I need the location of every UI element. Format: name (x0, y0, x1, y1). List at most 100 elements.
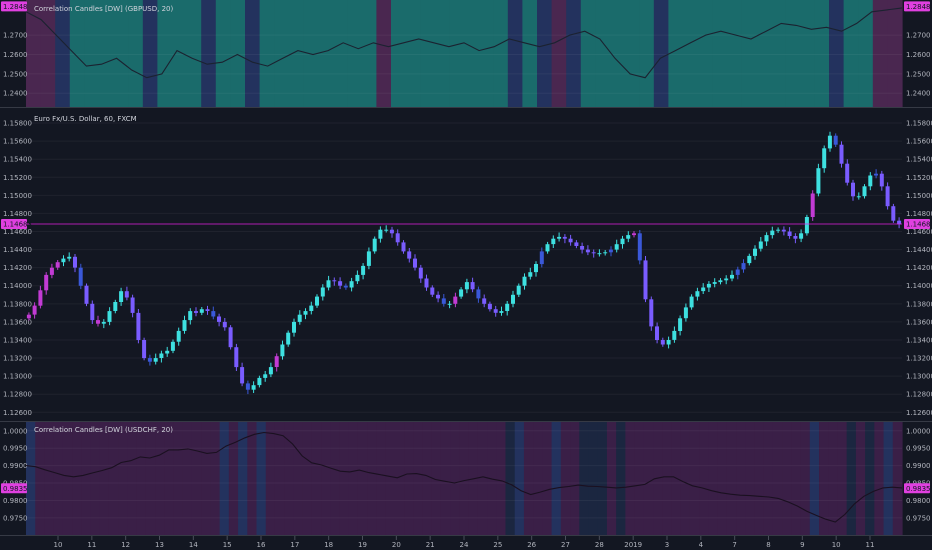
y-tick-label-right: 1.14000 (906, 282, 932, 290)
candle-body (459, 289, 464, 297)
candle-body (378, 229, 383, 239)
y-tick-label-right: 0.9750 (906, 514, 931, 522)
candle-body (274, 356, 279, 367)
candle-body (482, 298, 487, 304)
y-tick-label-right: 0.9950 (906, 445, 931, 453)
usdchf-pane-title: Correlation Candles [DW] (USDCHF, 20) (34, 426, 173, 434)
candle-body (67, 256, 72, 259)
candle-body (90, 303, 95, 321)
y-tick-label-right: 1.14800 (906, 210, 932, 218)
correlation-band (464, 0, 480, 107)
candle-body (84, 285, 89, 304)
candle-body (407, 251, 412, 259)
correlation-band (887, 0, 903, 107)
y-tick-label-right: 1.12800 (906, 391, 932, 399)
candle-body (816, 168, 821, 194)
candle-body (297, 314, 302, 322)
last-value-text-right: 1.14683 (906, 221, 932, 229)
candle-body (851, 182, 855, 197)
correlation-band (595, 0, 611, 107)
y-tick-label-left: 1.13800 (3, 300, 32, 308)
candle-body (591, 252, 596, 254)
candle-body (372, 238, 377, 252)
candle-body (32, 305, 37, 315)
candle-body (343, 285, 348, 288)
x-tick-label: 12 (121, 541, 130, 549)
candle-body (176, 330, 181, 342)
correlation-band (785, 0, 801, 107)
usdchf-correlation-pane[interactable]: 1.0000 1.0000 0.9950 0.9950 0.9900 0.9900 0.98… (1, 422, 931, 535)
candle-body (770, 230, 775, 236)
correlation-band (712, 0, 728, 107)
candle-body (113, 302, 118, 311)
correlation-band (201, 0, 217, 107)
correlation-band (624, 0, 640, 107)
y-tick-label-right: 0.9900 (906, 462, 931, 470)
correlation-band (172, 0, 188, 107)
candle-body (626, 235, 631, 239)
correlation-band (245, 0, 261, 107)
candle-body (781, 229, 786, 232)
correlation-band (756, 0, 772, 107)
candle-body (211, 311, 216, 317)
candle-body (666, 340, 671, 345)
candle-body (764, 235, 769, 242)
candle-body (735, 269, 740, 275)
gbpusd-correlation-pane[interactable]: 1.2700 1.2700 1.2600 1.2600 1.2500 1.2500 1.24… (1, 0, 931, 107)
y-tick-label-left: 1.15800 (3, 120, 32, 128)
x-tick-label: 15 (223, 541, 232, 549)
correlation-band (683, 0, 699, 107)
candle-body (366, 251, 371, 266)
correlation-band (391, 0, 407, 107)
candle-body (447, 303, 452, 305)
correlation-band (610, 0, 626, 107)
correlation-band (259, 0, 275, 107)
y-tick-label-left: 1.2400 (3, 90, 28, 98)
candle-body (528, 272, 533, 277)
x-tick-label: 7 (732, 541, 736, 549)
candle-body (107, 311, 112, 322)
candle-body (557, 236, 562, 239)
y-tick-label-left: 0.9950 (3, 445, 28, 453)
y-tick-label-right: 1.0000 (906, 427, 931, 435)
candle-body (424, 278, 429, 288)
y-tick-label-right: 1.2400 (906, 90, 931, 98)
candle-body (280, 344, 285, 357)
last-value-text-left: 1.14683 (3, 221, 32, 229)
candle-body (868, 175, 873, 187)
candle-body (827, 135, 832, 149)
correlation-band (113, 0, 129, 107)
y-tick-label-right: 1.13200 (906, 355, 932, 363)
y-tick-label-right: 1.2500 (906, 70, 931, 78)
correlation-band (843, 0, 859, 107)
correlation-band (186, 0, 202, 107)
correlation-band (478, 0, 494, 107)
x-tick-label: 27 (561, 541, 570, 549)
y-tick-label-right: 0.9800 (906, 497, 931, 505)
y-tick-label-right: 1.15800 (906, 120, 932, 128)
candle-body (292, 321, 296, 333)
candle-body (395, 233, 400, 243)
correlation-band (770, 0, 786, 107)
gbpusd-pane-title: Correlation Candles [DW] (GBPUSD, 20) (34, 5, 173, 13)
candle-body (643, 260, 648, 300)
candle-body (326, 280, 331, 288)
x-tick-label: 2019 (624, 541, 642, 549)
y-tick-label-left: 1.13400 (3, 336, 32, 344)
candle-body (257, 377, 262, 386)
candle-body (649, 299, 654, 327)
eurusd-price-pane[interactable]: 1.15800 1.15800 1.15600 1.15600 1.15400 1.154… (1, 108, 932, 421)
correlation-band (318, 0, 334, 107)
correlation-band (566, 0, 582, 107)
candle-body (234, 347, 239, 368)
candle-body (603, 252, 608, 254)
x-tick-label: 20 (392, 541, 401, 549)
candle-body (78, 267, 83, 286)
candle-body (551, 238, 556, 245)
eurusd-pane-title: Euro Fx/U.S. Dollar, 60, FXCM (34, 115, 137, 123)
last-value-text-left: 1.2848 (3, 3, 28, 11)
correlation-band (40, 0, 56, 107)
x-tick-label: 17 (290, 541, 299, 549)
candle-body (389, 229, 394, 234)
candle-body (217, 316, 221, 322)
